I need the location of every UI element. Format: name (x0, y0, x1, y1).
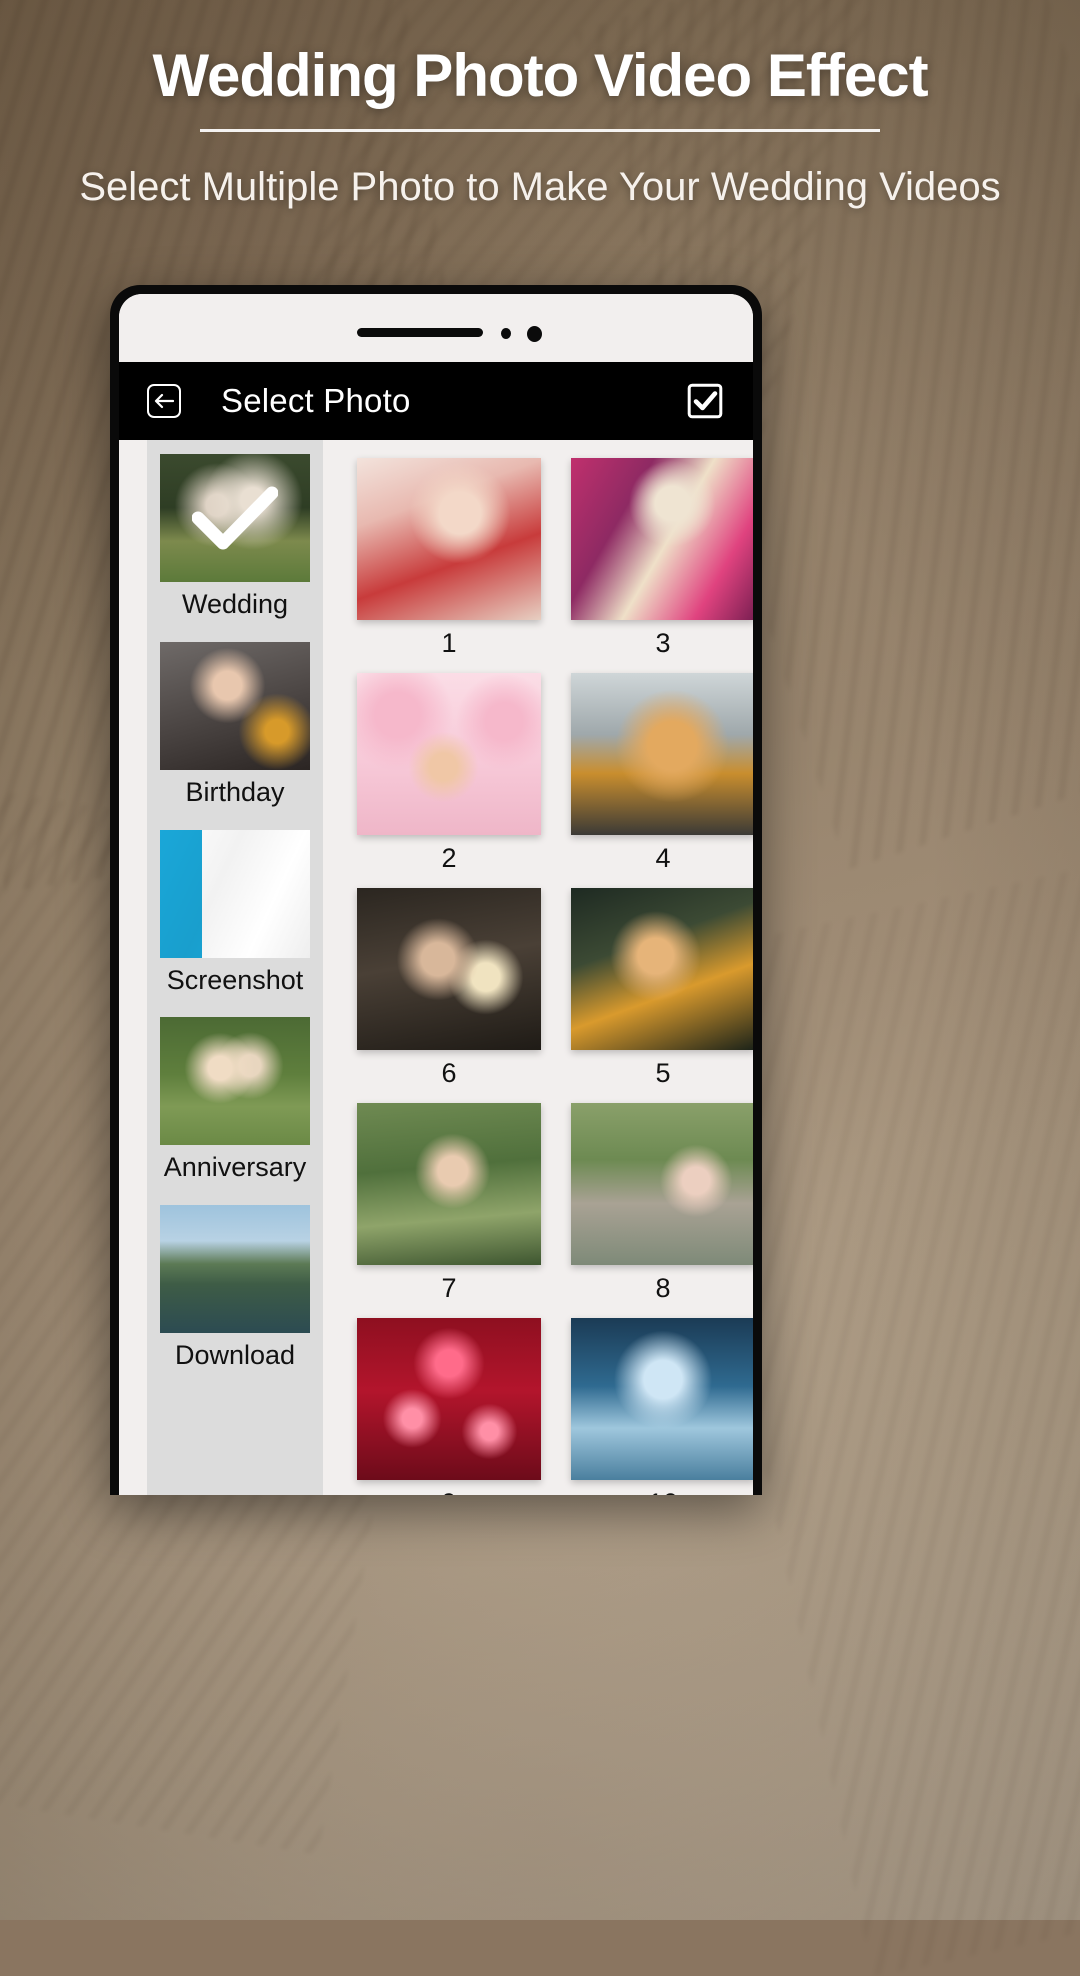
folder-selected-check-icon (192, 486, 278, 550)
photo-item[interactable]: 1 (357, 458, 541, 673)
back-arrow-icon[interactable] (147, 384, 181, 418)
sidebar-item-download[interactable]: Download (147, 1191, 323, 1379)
photo-thumbnail (571, 1318, 753, 1480)
photo-label: 7 (441, 1273, 457, 1303)
folder-thumbnail-image (160, 641, 310, 770)
photo-label: 3 (655, 628, 671, 658)
sidebar-item-label: Download (174, 1340, 296, 1370)
photo-label: 8 (655, 1273, 671, 1303)
sidebar-item-label: Screenshot (166, 964, 304, 995)
promo-divider (200, 129, 880, 132)
folder-thumbnail (160, 641, 310, 770)
folder-thumbnail-image (160, 1205, 310, 1333)
checkbox-checked-icon[interactable] (687, 383, 723, 419)
sidebar-item-label: Anniversary (163, 1152, 307, 1183)
photo-image (357, 458, 541, 620)
folder-sidebar[interactable]: Wedding Birthday Screenshot Anniversary … (147, 440, 323, 1495)
photo-thumbnail (571, 888, 753, 1050)
folder-thumbnail-image (160, 829, 310, 958)
photo-item[interactable]: 9 (357, 1318, 541, 1495)
photo-grid: 1 3 2 4 6 5 7 8 (357, 458, 753, 1495)
phone-screen: Select Photo Wedding Birthday Screenshot… (119, 294, 753, 1495)
photo-image (357, 1318, 541, 1480)
photo-label: 6 (441, 1058, 457, 1088)
photo-item[interactable]: 6 (357, 888, 541, 1103)
front-camera-large-icon (527, 326, 542, 342)
photo-item[interactable]: 2 (357, 673, 541, 888)
photo-item[interactable]: 8 (571, 1103, 753, 1318)
photo-thumbnail (571, 458, 753, 620)
photo-label: 2 (441, 843, 457, 873)
page-title: Select Photo (221, 382, 411, 419)
photo-thumbnail (357, 673, 541, 835)
sidebar-item-wedding[interactable]: Wedding (147, 440, 323, 628)
sidebar-item-label: Birthday (185, 776, 285, 807)
front-camera-small-icon (501, 328, 511, 339)
sidebar-item-anniversary[interactable]: Anniversary (147, 1003, 323, 1191)
folder-thumbnail (160, 1017, 310, 1146)
folder-thumbnail (160, 1205, 310, 1333)
photo-thumbnail (357, 1103, 541, 1265)
photo-image (571, 1103, 753, 1265)
photo-item[interactable]: 5 (571, 888, 753, 1103)
photo-image (357, 1103, 541, 1265)
photo-label: 4 (655, 843, 671, 873)
promo-subtitle: Select Multiple Photo to Make Your Weddi… (79, 165, 1001, 209)
photo-thumbnail (571, 673, 753, 835)
content-area: Wedding Birthday Screenshot Anniversary … (119, 440, 753, 1495)
photo-grid-container[interactable]: 1 3 2 4 6 5 7 8 (323, 440, 753, 1495)
photo-label: 5 (655, 1058, 671, 1088)
photo-label: 1 (441, 628, 457, 658)
photo-label: 10 (571, 1488, 753, 1495)
sidebar-item-screenshot[interactable]: Screenshot (147, 816, 323, 1004)
photo-item[interactable]: 10 (571, 1318, 753, 1495)
photo-item[interactable]: 3 (571, 458, 753, 673)
promo-header: Wedding Photo Video Effect Select Multip… (0, 0, 1080, 213)
folder-thumbnail (160, 829, 310, 958)
photo-item[interactable]: 7 (357, 1103, 541, 1318)
photo-thumbnail (357, 458, 541, 620)
phone-top-bezel (119, 294, 753, 362)
promo-title: Wedding Photo Video Effect (152, 42, 928, 109)
photo-label: 9 (357, 1488, 541, 1495)
phone-mockup: Select Photo Wedding Birthday Screenshot… (110, 285, 762, 1495)
app-bar: Select Photo (119, 362, 753, 440)
photo-image (571, 1318, 753, 1480)
photo-image (571, 458, 753, 620)
photo-image (357, 888, 541, 1050)
photo-thumbnail (571, 1103, 753, 1265)
sidebar-item-birthday[interactable]: Birthday (147, 628, 323, 816)
photo-item[interactable]: 4 (571, 673, 753, 888)
photo-thumbnail (357, 888, 541, 1050)
photo-image (571, 673, 753, 835)
speaker-grille-icon (357, 328, 483, 337)
sidebar-item-label: Wedding (181, 589, 289, 619)
photo-thumbnail (357, 1318, 541, 1480)
photo-image (357, 673, 541, 835)
folder-thumbnail (160, 454, 310, 582)
folder-thumbnail-image (160, 1017, 310, 1146)
photo-image (571, 888, 753, 1050)
